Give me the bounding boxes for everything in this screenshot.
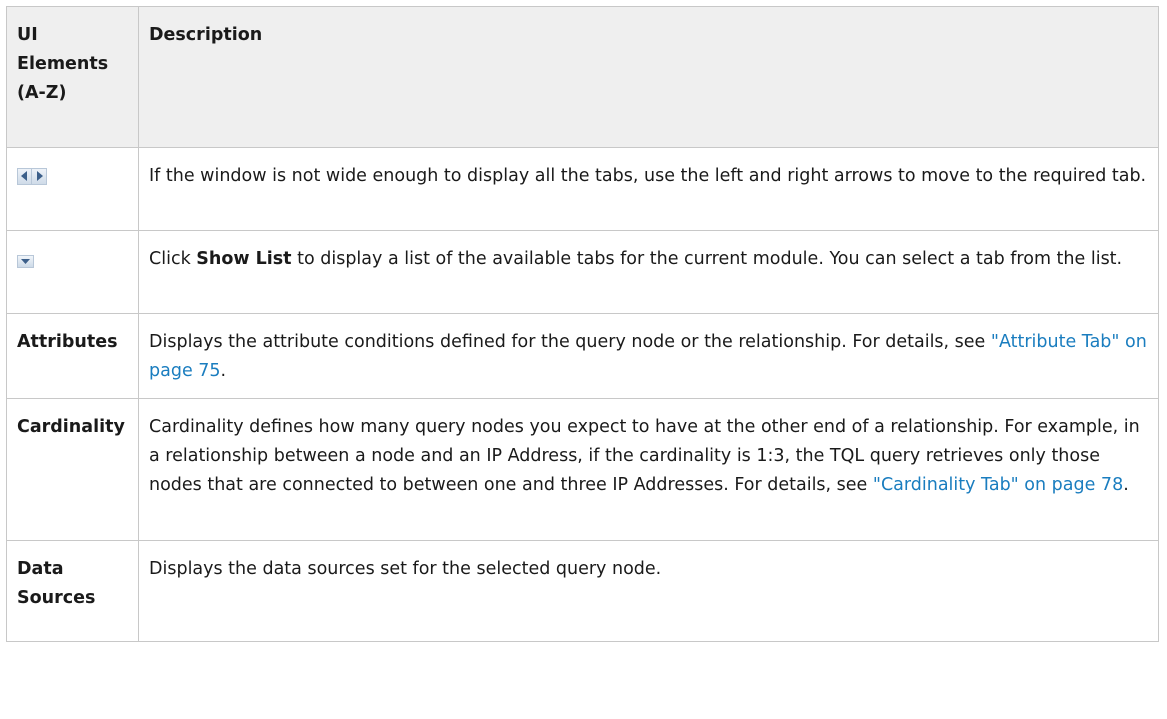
table-header-row: UI Elements (A-Z) Description	[6, 6, 1159, 148]
table-row: If the window is not wide enough to disp…	[6, 147, 1159, 231]
term-data-sources: Data Sources	[7, 541, 138, 625]
header-description: Description	[138, 6, 1159, 148]
left-right-arrows-icon	[17, 167, 47, 185]
description-cell: If the window is not wide enough to disp…	[138, 147, 1159, 231]
show-list-term: Show List	[196, 249, 292, 269]
table-row: Cardinality Cardinality defines how many…	[6, 398, 1159, 541]
table-row: Click Show List to display a list of the…	[6, 230, 1159, 314]
cardinality-tab-link[interactable]: "Cardinality Tab" on page 78	[873, 475, 1123, 495]
description-text: If the window is not wide enough to disp…	[149, 166, 1147, 186]
description-text: Click Show List to display a list of the…	[139, 231, 1158, 286]
header-description-label: Description	[149, 25, 263, 45]
description-post: .	[1123, 475, 1129, 495]
dropdown-arrow-icon	[17, 255, 34, 268]
term-attributes: Attributes	[17, 332, 118, 352]
description-pre: Click	[149, 249, 197, 269]
table-row: Attributes Displays the attribute condit…	[6, 313, 1159, 399]
header-ui-elements-line2: Elements	[17, 54, 109, 74]
ui-element-cell	[6, 147, 139, 231]
ui-elements-table: UI Elements (A-Z) Description If the win…	[6, 6, 1159, 642]
description-cell: Displays the attribute conditions define…	[138, 313, 1159, 399]
description-text: Cardinality defines how many query nodes…	[139, 399, 1158, 512]
header-ui-elements-line3: (A-Z)	[17, 83, 67, 103]
table-row: Data Sources Displays the data sources s…	[6, 540, 1159, 642]
description-text: Displays the data sources set for the se…	[149, 559, 662, 579]
description-cell: Cardinality defines how many query nodes…	[138, 398, 1159, 541]
ui-element-cell: Data Sources	[6, 540, 139, 642]
ui-element-cell	[6, 230, 139, 314]
description-pre: Displays the attribute conditions define…	[149, 332, 991, 352]
description-post: to display a list of the available tabs …	[291, 249, 1123, 269]
term-data-sources-line1: Data	[17, 559, 64, 579]
term-data-sources-line2: Sources	[17, 588, 96, 608]
description-post: .	[220, 361, 227, 381]
header-ui-elements-line1: UI	[17, 25, 38, 45]
term-cardinality: Cardinality	[17, 417, 125, 437]
right-arrow-icon	[32, 167, 47, 185]
ui-element-cell: Attributes	[6, 313, 139, 399]
ui-element-cell: Cardinality	[6, 398, 139, 541]
description-cell: Click Show List to display a list of the…	[138, 230, 1159, 314]
header-ui-elements: UI Elements (A-Z)	[6, 6, 139, 148]
left-arrow-icon	[17, 167, 32, 185]
description-text: Displays the attribute conditions define…	[139, 314, 1158, 398]
description-cell: Displays the data sources set for the se…	[138, 540, 1159, 642]
